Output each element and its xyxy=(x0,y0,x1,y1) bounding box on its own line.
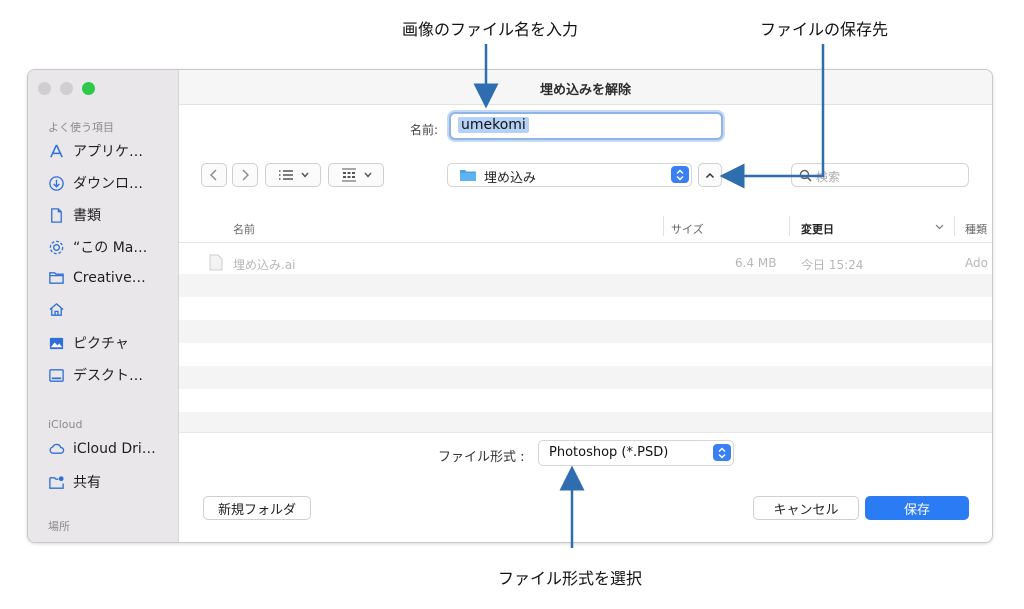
annotation-arrows xyxy=(473,44,825,548)
arrow-to-location xyxy=(719,44,825,189)
